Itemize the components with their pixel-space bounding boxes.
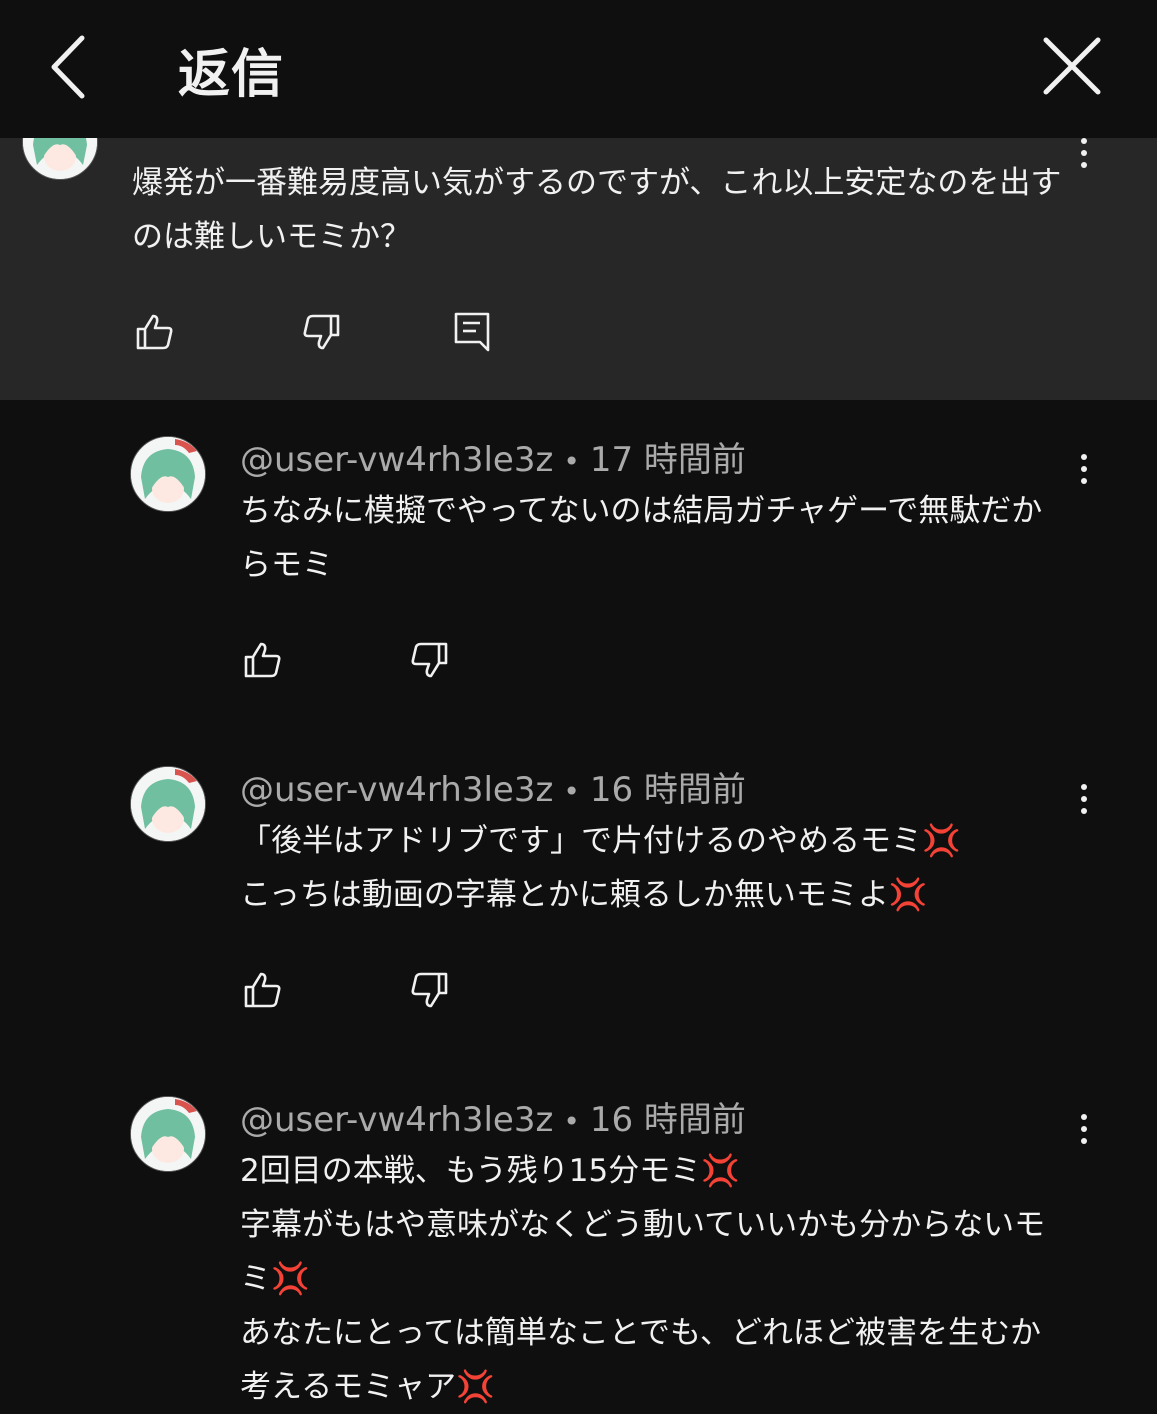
- comment-meta: @user-vw4rh3le3z • 17 時間前: [240, 440, 746, 480]
- comment-line: 字幕がもはや意味がなくどう動いていいかも分からないモミ💢: [240, 1207, 1046, 1297]
- dislike-button[interactable]: [408, 638, 452, 682]
- more-options-button[interactable]: [1068, 1108, 1100, 1158]
- comment-meta: @user-vw4rh3le3z • 16 時間前: [240, 1100, 746, 1140]
- avatar[interactable]: [130, 1096, 206, 1172]
- anger-symbol-icon: 💢: [271, 1261, 310, 1297]
- more-options-button[interactable]: [1068, 448, 1100, 498]
- avatar[interactable]: [130, 436, 206, 512]
- comment-text: ちなみに模擬でやってないのは結局ガチャゲーで無駄だからモミ: [240, 484, 1070, 592]
- anger-symbol-icon: 💢: [888, 877, 928, 913]
- comment-line: 「後半はアドリブです」で片付けるのやめるモミ💢: [240, 823, 961, 859]
- close-button[interactable]: [1030, 30, 1114, 104]
- comment-text: 2回目の本戦、もう残り15分モミ💢 字幕がもはや意味がなくどう動いていいかも分か…: [240, 1144, 1070, 1414]
- back-button[interactable]: [40, 30, 100, 104]
- comment-line: あなたにとっては簡単なことでも、どれほど被害を生むか考えるモミャア💢: [240, 1315, 1042, 1405]
- avatar[interactable]: [130, 766, 206, 842]
- comment-text: 「後半はアドリブです」で片付けるのやめるモミ💢 こっちは動画の字幕とかに頼るしか…: [240, 814, 1070, 922]
- avatar[interactable]: [22, 138, 98, 180]
- comment-line: ちなみに模擬でやってないのは結局ガチャゲーで無駄だからモミ: [240, 493, 1043, 583]
- thumbs-down-icon: [303, 314, 340, 350]
- like-button[interactable]: [240, 968, 284, 1012]
- more-options-button[interactable]: [1068, 138, 1100, 182]
- comment-meta: @user-vw4rh3le3z • 16 時間前: [240, 770, 746, 810]
- more-options-button[interactable]: [1068, 778, 1100, 828]
- more-vert-icon: [1081, 1114, 1087, 1120]
- username[interactable]: @user-vw4rh3le3z: [240, 770, 553, 810]
- thumbs-up-icon: [136, 314, 173, 350]
- parent-comment: 爆発が一番難易度高い気がするのですが、これ以上安定なのを出すのは難しいモミか？: [0, 138, 1157, 400]
- comment-actions: [240, 968, 452, 1012]
- timestamp: 17 時間前: [589, 440, 746, 480]
- comment-actions: [240, 638, 452, 682]
- timestamp: 16 時間前: [589, 770, 746, 810]
- dislike-button[interactable]: [408, 968, 452, 1012]
- comment-line: こっちは動画の字幕とかに頼るしか無いモミよ💢: [240, 877, 928, 913]
- username[interactable]: @user-vw4rh3le3z: [240, 440, 553, 480]
- reply-button[interactable]: [450, 310, 494, 354]
- close-icon: [1043, 37, 1101, 95]
- parent-comment-text: 爆発が一番難易度高い気がするのですが、これ以上安定なのを出すのは難しいモミか？: [132, 165, 1062, 255]
- timestamp: 16 時間前: [589, 1100, 746, 1140]
- thumbs-down-icon: [411, 972, 448, 1008]
- thumbs-up-icon: [244, 642, 281, 678]
- anger-symbol-icon: 💢: [922, 823, 961, 859]
- like-button[interactable]: [132, 310, 176, 354]
- more-vert-icon: [1081, 454, 1087, 460]
- like-button[interactable]: [240, 638, 284, 682]
- comment-actions: [132, 310, 494, 354]
- anger-symbol-icon: 💢: [456, 1369, 495, 1405]
- more-vert-icon: [1081, 784, 1087, 790]
- more-vert-icon: [1081, 138, 1087, 144]
- page-title: 返信: [178, 45, 285, 105]
- top-bar: 返信: [0, 0, 1157, 138]
- anger-symbol-icon: 💢: [701, 1153, 740, 1189]
- chevron-left-icon: [51, 35, 85, 99]
- username[interactable]: @user-vw4rh3le3z: [240, 1100, 553, 1140]
- thumbs-up-icon: [244, 972, 281, 1008]
- thumbs-down-icon: [411, 642, 448, 678]
- comment-line: 2回目の本戦、もう残り15分モミ💢: [240, 1153, 740, 1189]
- dislike-button[interactable]: [300, 310, 344, 354]
- comment-icon: [454, 312, 490, 352]
